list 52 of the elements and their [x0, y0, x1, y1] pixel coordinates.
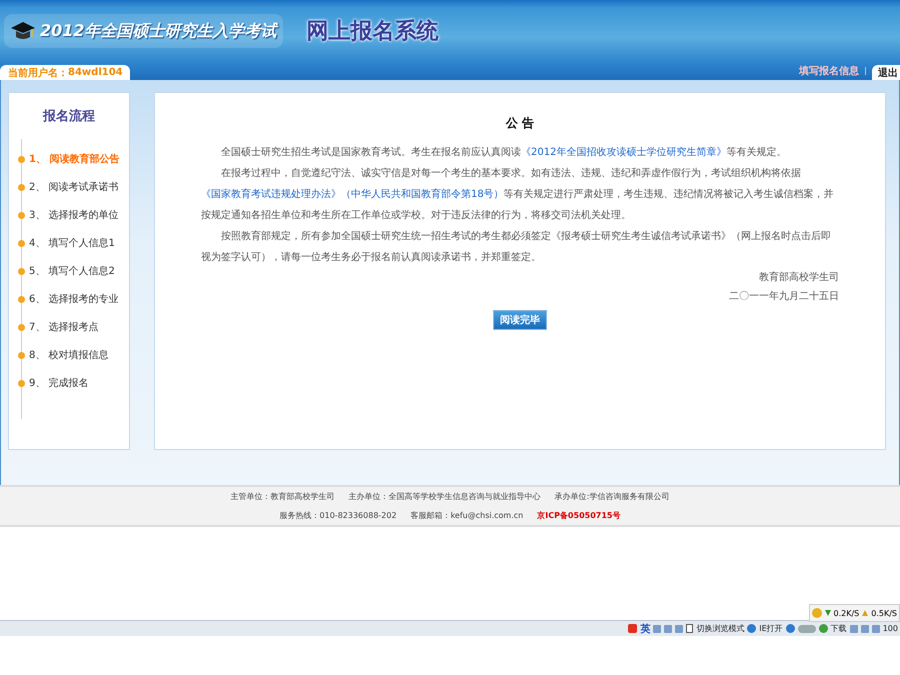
- ime-logo-icon[interactable]: [628, 624, 638, 633]
- step-item[interactable]: 3、 选择报考的单位: [29, 208, 119, 222]
- step-item[interactable]: 2、 阅读考试承诺书: [29, 180, 119, 194]
- upload-speed: 0.5K/S: [871, 608, 897, 618]
- page-icon: [686, 624, 694, 633]
- footer-text: 客服邮箱：kefu@chsi.com.cn: [410, 510, 524, 521]
- download-button[interactable]: 下载: [830, 623, 847, 634]
- notice-date: 二〇一一年九月二十五日: [728, 290, 839, 304]
- step-dot-icon: [18, 184, 25, 190]
- download-speed: 0.2K/S: [834, 608, 860, 618]
- sidebar-title: 报名流程: [42, 108, 96, 125]
- step-item[interactable]: 7、 选择报考点: [29, 320, 99, 334]
- document-link[interactable]: 《2012年全国招收攻读硕士学位研究生简章》: [521, 147, 726, 158]
- notice-paragraph: 全国硕士研究生招生考试是国家教育考试。考生在报名前应认真阅读《2012年全国招收攻读硕士学位研究生简章》等有关规定。: [220, 146, 788, 160]
- step-dot-icon: [18, 324, 25, 330]
- username-label: 当前用户名：: [8, 66, 68, 80]
- document-link[interactable]: 《国家教育考试违规处理办法》: [201, 189, 341, 200]
- step-item[interactable]: 5、 填写个人信息2: [29, 264, 115, 278]
- step-dot-icon: [18, 156, 25, 162]
- username: 84wdl104: [68, 67, 123, 78]
- step-dot-icon: [18, 212, 25, 218]
- up-arrow-icon: [862, 610, 868, 616]
- step-dot-icon: [18, 240, 25, 246]
- step-dot-icon: [18, 268, 25, 274]
- exam-title: 2012年全国硕士研究生入学考试: [40, 20, 277, 42]
- step-dot-icon: [18, 380, 25, 386]
- footer-text: 主办单位：全国高等学校学生信息咨询与就业指导中心: [348, 491, 541, 502]
- step-dot-icon: [18, 296, 25, 302]
- step-item[interactable]: 6、 选择报考的专业: [29, 292, 119, 306]
- system-title: 网上报名系统: [306, 18, 439, 46]
- toggle-icon[interactable]: [798, 624, 816, 632]
- notice-paragraph: 在报考过程中，自觉遵纪守法、诚实守信是对每一个考生的基本要求。如有违法、违规、违纪和弄虚作假行为，考试组织机构将依据 《国家教育考试违规处理办法》（中华人民共和国教育部令第18号）等有关规定进行严肃处理，考生违规、违纪情况将被记入考生诚信档案，并按规定通知各招生单位和考生所在工作单位或学校。对于违反法律的行为，将移交司法机关处理。: [201, 166, 835, 223]
- signature: 教育部高校学生司: [758, 270, 839, 285]
- step-item[interactable]: 4、 填写个人信息1: [29, 236, 115, 250]
- switch-mode-button[interactable]: 切换浏览模式: [696, 623, 744, 634]
- notice-paragraph: 按照教育部规定，所有参加全国硕士研究生统一招生考试的考生都必须签定《报考硕士研究生考生诚信考试承诺书》（网上报名时点击后即视为签字认可），请每一位考生务必于报名前认真阅读承诺书，并郑重签定。: [201, 230, 832, 265]
- step-item[interactable]: 9、 完成报名: [29, 376, 89, 390]
- ime-language[interactable]: 英: [640, 622, 650, 636]
- notice-title: 公 告: [504, 115, 536, 132]
- document-link[interactable]: （中华人民共和国教育部令第18号）: [341, 189, 504, 200]
- step-dot-icon: [18, 352, 25, 358]
- license-text: 京ICP备05050715号: [537, 510, 620, 521]
- finish-reading-button[interactable]: 阅读完毕: [493, 310, 547, 330]
- logout-tab[interactable]: 退出: [872, 65, 900, 80]
- zoom-level[interactable]: 100: [882, 624, 898, 633]
- down-arrow-icon: [824, 610, 830, 616]
- ie-open-button[interactable]: IE打开: [759, 623, 783, 634]
- step-item[interactable]: 8、 校对填报信息: [29, 348, 109, 362]
- graduation-cap-icon: [10, 20, 36, 42]
- footer-text: 服务热线：010-82336088-202: [280, 510, 397, 521]
- footer-text: 承办单位:学信咨询服务有限公司: [554, 491, 670, 502]
- footer-text: 主管单位：教育部高校学生司: [230, 491, 335, 502]
